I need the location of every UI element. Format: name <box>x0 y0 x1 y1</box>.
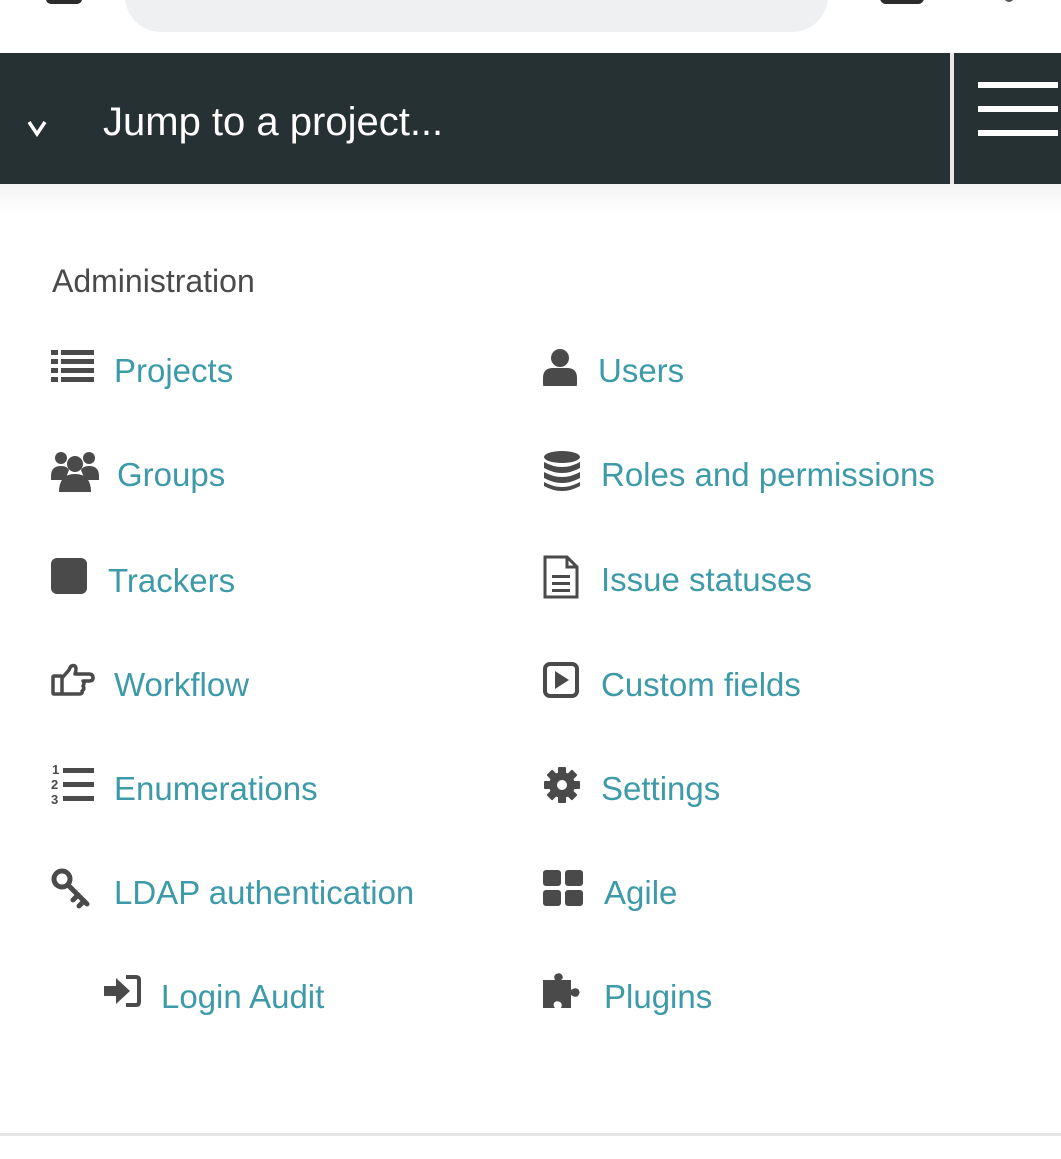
nav-shadow <box>0 184 1061 214</box>
admin-link-plugins[interactable]: Plugins <box>543 972 963 1022</box>
admin-link-ldap-authentication[interactable]: LDAP authentication <box>51 868 471 918</box>
hand-point-right-icon <box>51 663 95 696</box>
play-square-icon <box>543 662 579 698</box>
admin-link-settings[interactable]: Settings <box>543 764 963 814</box>
admin-link-projects[interactable]: Projects <box>51 346 451 396</box>
admin-link-label[interactable]: Groups <box>117 453 225 497</box>
admin-link-label[interactable]: Settings <box>601 767 720 811</box>
admin-link-label[interactable]: Projects <box>114 349 233 393</box>
admin-link-label[interactable]: Login Audit <box>161 975 324 1019</box>
admin-link-label[interactable]: Issue statuses <box>601 558 812 602</box>
admin-link-trackers[interactable]: Trackers <box>51 556 451 606</box>
users-group-icon <box>51 452 99 492</box>
admin-link-workflow[interactable]: Workflow <box>51 660 451 710</box>
list-icon <box>51 350 94 382</box>
database-icon <box>544 451 580 491</box>
chevron-down-icon[interactable] <box>26 117 48 139</box>
sign-in-icon <box>104 975 141 1007</box>
admin-link-label[interactable]: Users <box>598 349 684 393</box>
admin-link-custom-fields[interactable]: Custom fields <box>543 660 963 710</box>
svg-text:2: 2 <box>51 777 58 792</box>
gear-icon <box>544 767 580 803</box>
grid-icon <box>543 870 583 906</box>
admin-link-issue-statuses[interactable]: Issue statuses <box>543 555 963 605</box>
admin-link-label[interactable]: Custom fields <box>601 663 801 707</box>
tabs-count-icon[interactable] <box>880 0 924 4</box>
puzzle-icon <box>543 973 580 1008</box>
svg-text:3: 3 <box>51 792 58 806</box>
admin-link-label[interactable]: Roles and permissions <box>601 453 935 497</box>
square-icon <box>51 558 87 594</box>
address-bar[interactable] <box>125 0 828 32</box>
admin-link-label[interactable]: Trackers <box>108 559 235 603</box>
jump-to-project-label[interactable]: Jump to a project... <box>103 96 443 148</box>
page-title: Administration <box>52 263 255 299</box>
ordered-list-icon: 1 2 3 <box>51 762 94 806</box>
main-menu-button[interactable] <box>950 53 1061 184</box>
admin-link-roles-and-permissions[interactable]: Roles and permissions <box>543 450 1043 500</box>
svg-text:1: 1 <box>52 762 59 777</box>
tab-switcher-icon[interactable] <box>46 0 82 4</box>
admin-link-users[interactable]: Users <box>543 346 963 396</box>
admin-link-groups[interactable]: Groups <box>51 450 451 500</box>
admin-link-label[interactable]: Workflow <box>114 663 249 707</box>
admin-link-label[interactable]: Enumerations <box>114 767 318 811</box>
admin-link-agile[interactable]: Agile <box>543 868 963 918</box>
admin-link-label[interactable]: Plugins <box>604 975 712 1019</box>
key-icon <box>51 868 90 909</box>
admin-link-label[interactable]: Agile <box>604 871 677 915</box>
refresh-icon[interactable] <box>1004 0 1014 2</box>
document-icon <box>543 555 579 599</box>
admin-link-login-audit[interactable]: Login Audit <box>104 972 484 1022</box>
footer-divider <box>0 1133 1061 1136</box>
admin-link-label[interactable]: LDAP authentication <box>114 871 414 915</box>
admin-link-enumerations[interactable]: 1 2 3 Enumerations <box>51 762 451 812</box>
user-icon <box>543 349 577 386</box>
hamburger-menu-icon[interactable] <box>978 82 1058 138</box>
browser-toolbar <box>0 0 1061 53</box>
